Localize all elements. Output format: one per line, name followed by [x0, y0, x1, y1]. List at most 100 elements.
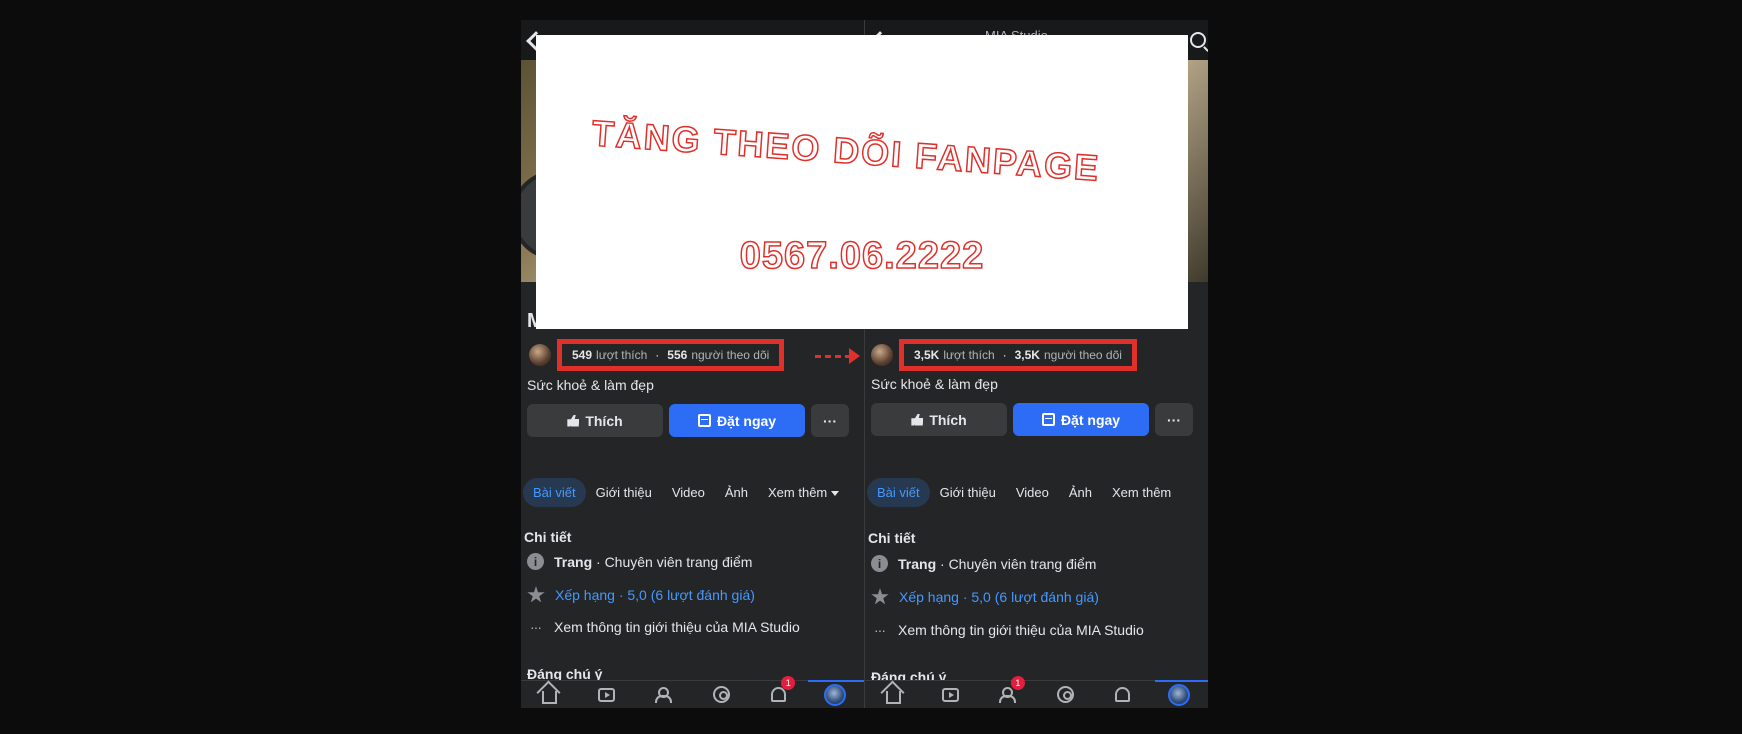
book-now-button[interactable]: Đặt ngay: [1013, 403, 1149, 436]
active-nav-indicator: [808, 680, 864, 682]
more-dots-icon: ···: [530, 619, 542, 635]
nav-home[interactable]: [883, 684, 905, 706]
stats-separator: ·: [1002, 348, 1007, 362]
likes-count: 549: [572, 348, 593, 362]
home-icon: [886, 690, 902, 704]
tab-bar: Bài viết Giới thiệu Video Ảnh Xem thêm: [523, 478, 849, 507]
page-category: Sức khoẻ & làm đẹp: [871, 376, 998, 392]
about-link[interactable]: Xem thông tin giới thiệu của MIA Studio: [898, 622, 1144, 638]
thumbs-up-icon: [567, 414, 580, 427]
star-icon: [871, 588, 889, 605]
book-button-label: Đặt ngay: [1060, 411, 1121, 428]
groups-icon: [1056, 686, 1074, 703]
calendar-icon: [1041, 413, 1055, 426]
nav-groups[interactable]: [710, 684, 732, 706]
more-dots-icon: ···: [874, 622, 886, 638]
likes-label: lượt thích: [596, 348, 648, 362]
rating-link[interactable]: Xếp hạng · 5,0 (6 lượt đánh giá): [899, 589, 1099, 605]
caret-down-icon: [831, 491, 840, 497]
avatar[interactable]: [871, 344, 893, 366]
search-icon[interactable]: [1190, 32, 1206, 48]
more-options-button[interactable]: ···: [1155, 403, 1193, 436]
info-icon: i: [871, 555, 888, 572]
star-icon: [527, 586, 545, 603]
like-button[interactable]: Thích: [527, 404, 663, 437]
nav-friends[interactable]: 1: [997, 675, 1025, 706]
stats-separator: ·: [655, 348, 660, 362]
action-buttons: Thích Đặt ngay ···: [871, 403, 1193, 436]
video-icon: [598, 687, 616, 702]
followers-count: 3,5K: [1014, 348, 1040, 362]
friends-icon: [654, 686, 673, 703]
nav-video[interactable]: [940, 684, 962, 706]
bottom-nav: 1: [521, 675, 864, 708]
more-dots-icon: ···: [823, 412, 837, 429]
tab-see-more[interactable]: Xem thêm: [758, 478, 849, 507]
nav-friends[interactable]: [653, 684, 675, 706]
more-options-button[interactable]: ···: [811, 404, 849, 437]
detail-about[interactable]: ··· Xem thông tin giới thiệu của MIA Stu…: [527, 619, 800, 635]
active-nav-indicator: [1155, 680, 1208, 682]
nav-notifications[interactable]: 1: [767, 675, 796, 706]
nav-profile[interactable]: [824, 683, 847, 706]
comparison-arrow: [815, 355, 851, 358]
promo-phone: 0567.06.2222: [739, 234, 985, 278]
nav-groups[interactable]: [1054, 684, 1076, 706]
nav-profile[interactable]: [1168, 683, 1191, 706]
detail-about[interactable]: ··· Xem thông tin giới thiệu của MIA Stu…: [871, 622, 1144, 638]
tab-about[interactable]: Giới thiệu: [930, 478, 1006, 507]
tab-photos[interactable]: Ảnh: [715, 478, 758, 507]
detail-type-bold: Trang: [554, 553, 593, 570]
like-button-label: Thích: [585, 412, 623, 429]
avatar[interactable]: [529, 344, 551, 366]
tab-bar: Bài viết Giới thiệu Video Ảnh Xem thêm: [867, 478, 1181, 507]
like-button-label: Thích: [929, 411, 967, 428]
action-buttons: Thích Đặt ngay ···: [527, 404, 849, 437]
about-link[interactable]: Xem thông tin giới thiệu của MIA Studio: [554, 619, 800, 635]
stats-highlight-box: 3,5K lượt thích · 3,5K người theo dõi: [899, 339, 1137, 371]
rating-link[interactable]: Xếp hạng · 5,0 (6 lượt đánh giá): [555, 587, 755, 603]
detail-rating[interactable]: Xếp hạng · 5,0 (6 lượt đánh giá): [871, 588, 1099, 606]
bottom-nav: 1: [865, 675, 1208, 708]
book-now-button[interactable]: Đặt ngay: [669, 404, 805, 437]
tab-photos[interactable]: Ảnh: [1059, 478, 1102, 507]
detail-page-type: i Trang · Chuyên viên trang điểm: [871, 555, 1096, 572]
nav-home[interactable]: [539, 684, 561, 706]
calendar-icon: [697, 414, 711, 427]
book-button-label: Đặt ngay: [716, 412, 777, 429]
followers-count: 556: [667, 348, 688, 362]
tab-see-more-label: Xem thêm: [768, 485, 828, 500]
detail-type-rest: · Chuyên viên trang điểm: [592, 553, 753, 570]
groups-icon: [712, 686, 730, 703]
tab-video[interactable]: Video: [662, 478, 715, 507]
detail-type-bold: Trang: [898, 555, 937, 572]
tab-video[interactable]: Video: [1006, 478, 1059, 507]
nav-notifications[interactable]: [1111, 684, 1133, 706]
profile-avatar-icon: [824, 683, 847, 706]
tab-see-more[interactable]: Xem thêm: [1102, 478, 1181, 507]
arrow-head-icon: [849, 348, 860, 364]
detail-page-type: i Trang · Chuyên viên trang điểm: [527, 553, 752, 570]
stats-row: 549 lượt thích · 556 người theo dõi: [529, 339, 785, 371]
profile-avatar-icon: [1168, 683, 1191, 706]
likes-label: lượt thích: [943, 348, 995, 362]
stats-row: 3,5K lượt thích · 3,5K người theo dõi: [871, 339, 1137, 371]
tab-posts[interactable]: Bài viết: [867, 478, 930, 507]
video-icon: [942, 687, 960, 702]
nav-video[interactable]: [596, 684, 618, 706]
bell-icon: [770, 687, 786, 702]
tab-about[interactable]: Giới thiệu: [586, 478, 662, 507]
details-heading: Chi tiết: [524, 529, 572, 545]
home-icon: [542, 690, 558, 704]
page-category: Sức khoẻ & làm đẹp: [527, 377, 654, 393]
notification-badge: 1: [1010, 675, 1025, 690]
followers-label: người theo dõi: [1043, 348, 1122, 362]
detail-type-rest: · Chuyên viên trang điểm: [936, 555, 1097, 572]
like-button[interactable]: Thích: [871, 403, 1007, 436]
likes-count: 3,5K: [914, 348, 940, 362]
detail-rating[interactable]: Xếp hạng · 5,0 (6 lượt đánh giá): [527, 586, 755, 604]
notification-badge: 1: [781, 675, 796, 690]
followers-label: người theo dõi: [691, 348, 770, 362]
tab-posts[interactable]: Bài viết: [523, 478, 586, 507]
promo-title: TĂNG THEO DÕI FANPAGE: [590, 112, 1102, 190]
